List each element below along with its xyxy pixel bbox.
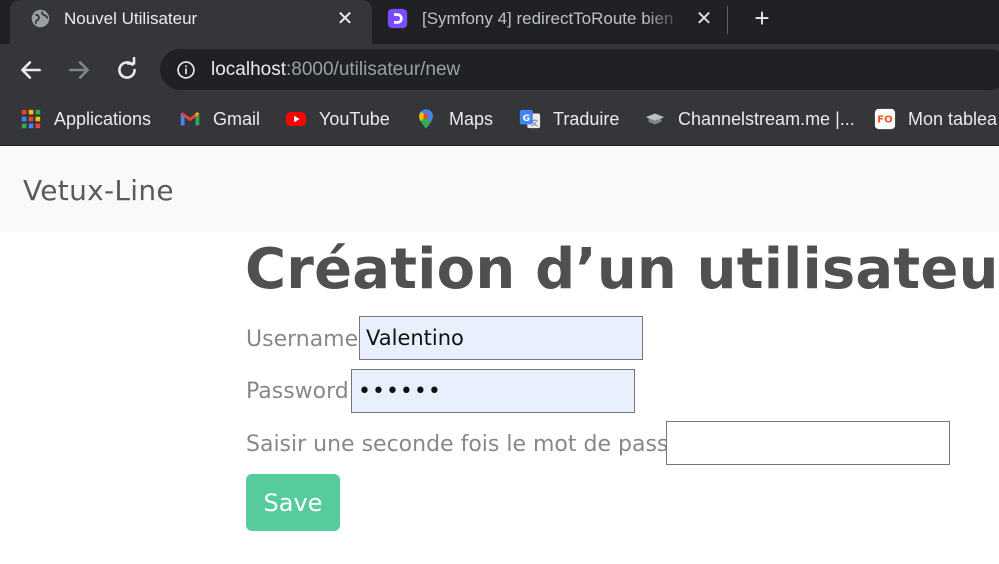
password-input[interactable]: •••••• <box>351 369 635 413</box>
bookmark-label: Traduire <box>553 108 620 129</box>
password-label: Password <box>246 379 349 404</box>
url-text: localhost:8000/utilisateur/new <box>211 59 460 81</box>
bookmark-label: Channelstream.me |... <box>678 108 855 129</box>
bookmark-mon-tableau[interactable]: FO Mon tablea <box>874 107 997 131</box>
tab-title: Nouvel Utilisateur <box>64 9 198 28</box>
username-value: Valentino <box>366 326 464 350</box>
address-bar[interactable]: localhost:8000/utilisateur/new <box>160 49 999 90</box>
username-label: Username <box>246 327 359 352</box>
close-tab-icon[interactable]: ✕ <box>695 9 713 29</box>
forward-arrow-icon[interactable] <box>66 57 92 83</box>
page-title: Création d’un utilisateur <box>245 237 999 302</box>
confirm-password-input[interactable] <box>666 421 950 465</box>
bookmark-label: Gmail <box>213 108 261 129</box>
browser-toolbar: localhost:8000/utilisateur/new <box>0 44 999 96</box>
site-navbar: Vetux-Line <box>0 147 999 232</box>
discord-style-icon <box>387 8 408 29</box>
bookmark-youtube[interactable]: YouTube <box>285 107 390 131</box>
youtube-icon <box>285 112 307 126</box>
reload-icon[interactable] <box>114 57 140 83</box>
maps-pin-icon <box>419 109 433 129</box>
svg-text:FO: FO <box>877 115 893 126</box>
bookmark-channelstream[interactable]: Channelstream.me |... <box>644 107 855 131</box>
bookmark-traduire[interactable]: G 文 Traduire <box>519 107 619 131</box>
url-path: :8000/utilisateur/new <box>286 59 461 80</box>
translate-icon: G 文 <box>519 109 541 129</box>
bookmark-applications[interactable]: Applications <box>20 107 151 131</box>
page-content: Vetux-Line Création d’un utilisateur Use… <box>0 147 999 564</box>
tableau-icon: FO <box>874 108 896 130</box>
username-input[interactable]: Valentino <box>359 316 643 360</box>
close-tab-icon[interactable]: ✕ <box>336 9 354 29</box>
password-mask: •••••• <box>358 378 442 404</box>
globe-icon <box>31 9 50 28</box>
bookmarks-bar: Applications Gmail YouTube Maps G 文 Trad… <box>0 96 999 146</box>
bookmark-label: Applications <box>54 108 152 129</box>
svg-text:G: G <box>523 113 531 124</box>
site-info-icon[interactable] <box>176 60 196 80</box>
save-button[interactable]: Save <box>246 474 340 531</box>
gmail-icon <box>180 112 200 126</box>
confirm-password-label: Saisir une seconde fois le mot de passe <box>246 432 682 457</box>
bookmark-gmail[interactable]: Gmail <box>179 107 260 131</box>
browser-tab-strip: Nouvel Utilisateur ✕ [Symfony 4] redirec… <box>0 0 999 44</box>
bookmark-maps[interactable]: Maps <box>415 107 493 131</box>
bookmark-label: Maps <box>449 108 494 129</box>
tab-title: [Symfony 4] redirectToRoute bien <box>422 9 674 28</box>
site-brand-link[interactable]: Vetux-Line <box>23 174 174 207</box>
tab-symfony-redirect[interactable]: [Symfony 4] redirectToRoute bien ✕ <box>374 0 726 44</box>
tab-nouvel-utilisateur[interactable]: Nouvel Utilisateur ✕ <box>10 0 372 44</box>
channelstream-icon <box>645 113 665 125</box>
bookmark-label: Mon tablea <box>908 108 998 129</box>
svg-text:文: 文 <box>531 118 539 127</box>
bookmark-label: YouTube <box>319 108 390 129</box>
new-tab-button[interactable]: + <box>750 5 774 31</box>
url-host: localhost <box>211 59 286 80</box>
apps-grid-icon <box>21 109 41 129</box>
tab-separator <box>727 6 728 34</box>
back-arrow-icon[interactable] <box>18 57 44 83</box>
